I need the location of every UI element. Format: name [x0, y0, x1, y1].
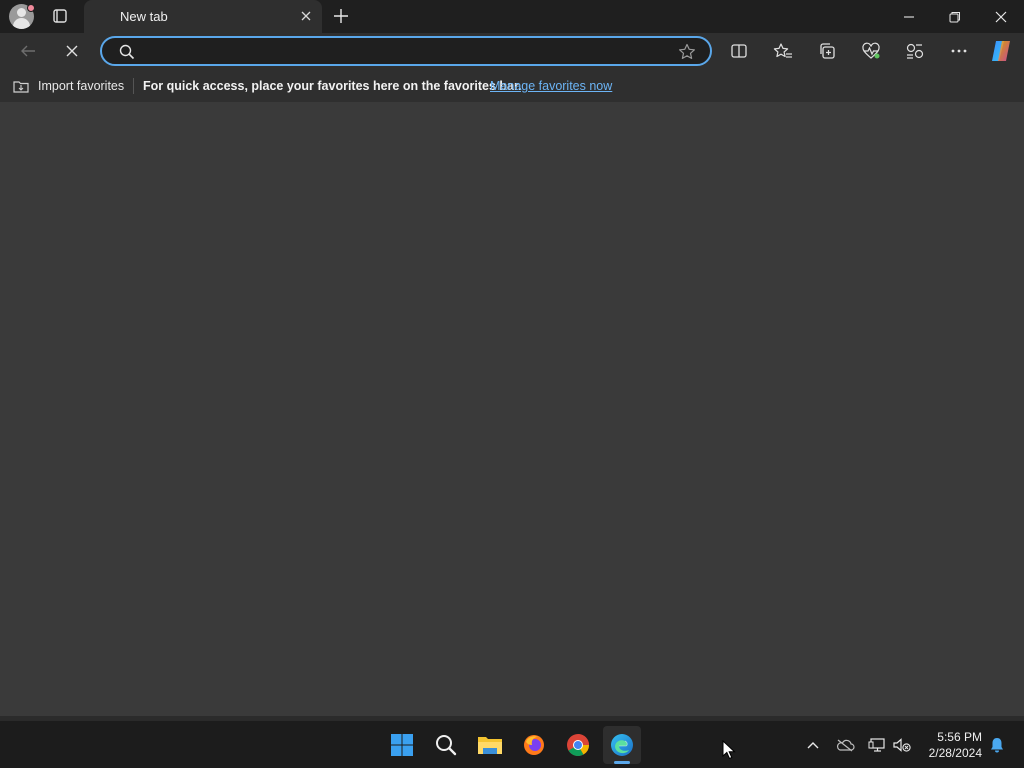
- clock-time: 5:56 PM: [937, 730, 982, 744]
- favorites-bar-message: For quick access, place your favorites h…: [143, 79, 522, 93]
- manage-favorites-link[interactable]: Manage favorites now: [490, 79, 612, 93]
- show-hidden-icons-button[interactable]: [801, 733, 825, 757]
- new-tab-button[interactable]: [330, 5, 352, 27]
- edge-icon: [611, 734, 633, 756]
- favorites-bar: Import favorites For quick access, place…: [0, 69, 1024, 102]
- search-icon: [436, 735, 457, 756]
- network-icon[interactable]: [865, 733, 889, 757]
- taskbar: 5:56 PM 2/28/2024: [0, 720, 1024, 768]
- tab-new-tab[interactable]: New tab: [84, 0, 322, 33]
- chevron-up-icon: [807, 742, 819, 749]
- collections-icon[interactable]: [812, 36, 842, 66]
- start-button[interactable]: [383, 726, 421, 764]
- extensions-icon[interactable]: [900, 36, 930, 66]
- toolbar: [0, 33, 1024, 69]
- import-favorites-button[interactable]: Import favorites: [12, 77, 124, 95]
- firefox-icon: [524, 735, 544, 755]
- split-screen-button[interactable]: [724, 36, 754, 66]
- more-options-icon[interactable]: [944, 36, 974, 66]
- volume-muted-icon[interactable]: [890, 733, 914, 757]
- import-favorites-label: Import favorites: [38, 79, 125, 93]
- chrome-icon: [567, 734, 589, 756]
- address-bar[interactable]: [100, 36, 712, 66]
- tab-title: New tab: [120, 9, 168, 24]
- edge-button[interactable]: [603, 726, 641, 764]
- taskbar-search-button[interactable]: [427, 726, 465, 764]
- clock-date: 2/28/2024: [928, 746, 982, 760]
- favorites-separator: [133, 78, 134, 94]
- bell-icon: [991, 738, 1003, 753]
- firefox-button[interactable]: [515, 726, 553, 764]
- windows-logo-icon: [391, 734, 413, 756]
- tab-close-icon[interactable]: [298, 8, 314, 24]
- back-button[interactable]: [13, 36, 43, 66]
- profile-notification-dot: [27, 4, 35, 12]
- address-input[interactable]: [142, 42, 662, 60]
- folder-icon: [478, 737, 502, 754]
- notifications-button[interactable]: [985, 733, 1009, 757]
- favorite-star-icon[interactable]: [677, 42, 697, 67]
- minimize-button[interactable]: [886, 0, 932, 33]
- tab-actions-icon[interactable]: [47, 5, 73, 27]
- file-explorer-button[interactable]: [471, 726, 509, 764]
- close-window-button[interactable]: [978, 0, 1024, 33]
- chrome-button[interactable]: [559, 726, 597, 764]
- browser-essentials-icon[interactable]: [856, 36, 886, 66]
- copilot-icon[interactable]: [986, 36, 1016, 66]
- title-bar: New tab: [0, 0, 1024, 33]
- page-content: [0, 102, 1024, 716]
- favorites-icon[interactable]: [768, 36, 798, 66]
- onedrive-icon[interactable]: [833, 733, 857, 757]
- taskbar-clock[interactable]: 5:56 PM 2/28/2024: [920, 729, 982, 761]
- restore-button[interactable]: [932, 0, 978, 33]
- mouse-cursor-icon: [722, 739, 736, 765]
- stop-loading-button[interactable]: [57, 36, 87, 66]
- active-app-indicator: [614, 761, 630, 764]
- import-favorites-icon: [13, 81, 29, 93]
- search-icon: [118, 43, 136, 66]
